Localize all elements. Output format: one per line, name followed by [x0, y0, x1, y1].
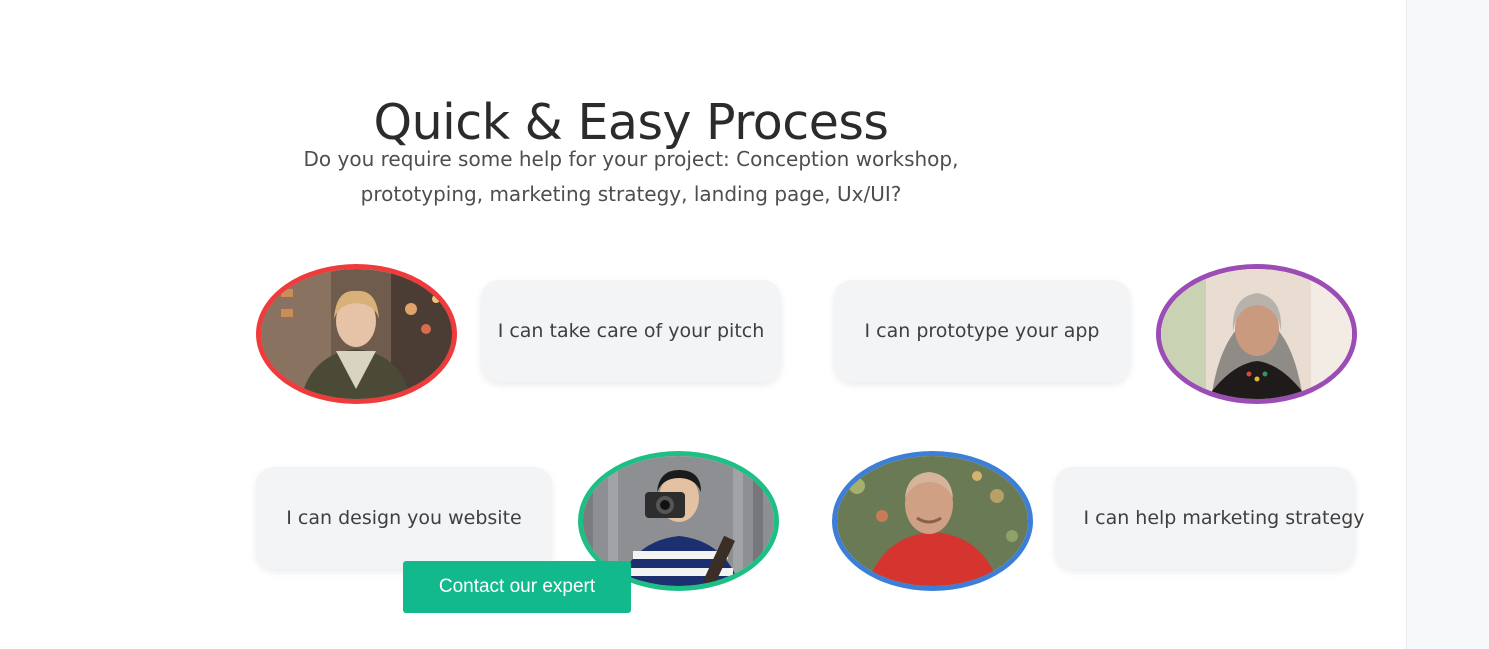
expert-avatar-prototype — [1156, 264, 1357, 404]
service-card-marketing[interactable]: I can help marketing strategy — [1055, 467, 1365, 569]
subtitle-line-1: Do you require some help for your projec… — [303, 147, 959, 171]
older-woman-photo — [1161, 269, 1352, 399]
subtitle-line-2: prototyping, marketing strategy, landing… — [360, 182, 902, 206]
service-card-pitch[interactable]: I can take care of your pitch — [481, 280, 781, 382]
contact-expert-button[interactable]: Contact our expert — [403, 561, 631, 613]
service-card-text: I can take care of your pitch — [497, 320, 765, 342]
woman-with-scarf-photo — [261, 269, 452, 399]
service-card-prototype[interactable]: I can prototype your app — [834, 280, 1130, 382]
service-card-text: I can help marketing strategy — [1083, 507, 1365, 529]
service-card-text: I can prototype your app — [864, 320, 1100, 342]
right-panel-edge — [1406, 0, 1489, 649]
service-card-website[interactable]: I can design you website — [256, 467, 552, 569]
man-in-red-shirt-photo — [837, 456, 1028, 586]
section-subtitle: Do you require some help for your projec… — [250, 142, 1012, 212]
service-card-text: I can design you website — [286, 507, 522, 529]
expert-avatar-marketing — [832, 451, 1033, 591]
expert-avatar-pitch — [256, 264, 457, 404]
